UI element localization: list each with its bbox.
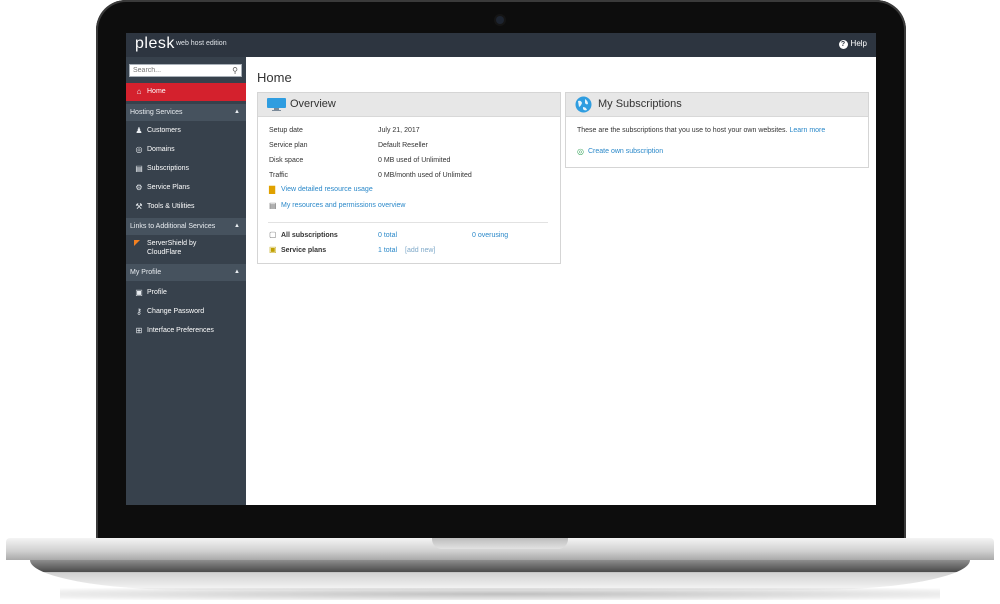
section-additional-services[interactable]: Links to Additional Services ▲ — [126, 218, 246, 235]
section-title: My Profile — [130, 269, 162, 276]
sidebar-item-profile[interactable]: ▣ Profile — [126, 283, 246, 302]
section-hosting-services[interactable]: Hosting Services ▲ — [126, 104, 246, 121]
resource-usage-link[interactable]: View detailed resource usage — [281, 186, 373, 193]
sidebar-item-label: Domains — [147, 146, 175, 153]
overview-title: Overview — [290, 98, 336, 110]
service-plans-total-link[interactable]: 1 total — [378, 247, 397, 254]
sidebar-item-label: Subscriptions — [147, 165, 190, 172]
overview-card-header: Overview — [258, 93, 560, 117]
sidebar-item-subscriptions[interactable]: ▤ Subscriptions — [126, 159, 246, 178]
help-label: Help — [850, 39, 867, 48]
sidebar-item-customers[interactable]: ♟ Customers — [126, 121, 246, 140]
add-new-plan-link[interactable]: [add new] — [405, 247, 435, 254]
cloudflare-icon — [134, 240, 140, 246]
sidebar-item-change-password[interactable]: ⚷ Change Password — [126, 302, 246, 321]
edition-label: web host edition — [176, 40, 227, 47]
help-button[interactable]: ? Help — [838, 39, 867, 49]
sidebar-item-interface-preferences[interactable]: ⊞ Interface Preferences — [126, 321, 246, 340]
my-subscriptions-card: My Subscriptions These are the subscript… — [565, 92, 869, 168]
collapse-caret-icon: ▲ — [234, 223, 240, 229]
sidebar-item-label: Home — [147, 88, 166, 95]
document-icon: ▤ — [269, 201, 277, 210]
collapse-caret-icon: ▲ — [234, 109, 240, 115]
subscriptions-description: These are the subscriptions that you use… — [577, 127, 825, 134]
learn-more-link[interactable]: Learn more — [789, 127, 825, 134]
profile-icon: ▣ — [135, 288, 143, 297]
help-icon: ? — [838, 40, 848, 49]
search-input[interactable] — [133, 65, 225, 76]
home-icon: ⌂ — [136, 87, 142, 96]
sidebar: ⚲ ⌂ Home Hosting Services ▲ ♟ Customers … — [126, 57, 246, 505]
subscriptions-icon: ▤ — [135, 164, 143, 173]
search-icon[interactable]: ⚲ — [232, 66, 238, 75]
laptop-foot — [30, 560, 970, 590]
divider — [268, 222, 548, 223]
screen: plesk web host edition ?Help ⚲ ⌂ Home Ho… — [126, 33, 876, 505]
globe-icon — [575, 96, 592, 113]
subscriptions-overusing-link[interactable]: 0 overusing — [472, 232, 508, 239]
key-icon: ⚷ — [136, 307, 142, 316]
subscriptions-icon: ▢ — [269, 230, 277, 239]
customer-icon: ♟ — [135, 126, 143, 135]
collapse-caret-icon: ▲ — [234, 269, 240, 275]
top-bar: plesk web host edition ? Help — [126, 33, 876, 57]
service-plan-icon: ▣ — [269, 245, 277, 254]
my-subscriptions-header: My Subscriptions — [566, 93, 868, 117]
sidebar-item-servershield[interactable]: ServerShield by CloudFlare — [126, 237, 246, 261]
bar-chart-icon: ▇ — [269, 185, 276, 194]
service-plan-value: Default Reseller — [378, 142, 428, 149]
grid-icon: ⊞ — [135, 326, 143, 335]
section-title: Links to Additional Services — [130, 223, 216, 230]
sidebar-item-service-plans[interactable]: ⚙ Service Plans — [126, 178, 246, 197]
my-subscriptions-title: My Subscriptions — [598, 98, 682, 110]
setup-date-label: Setup date — [269, 127, 303, 134]
description-text: These are the subscriptions that you use… — [577, 127, 788, 134]
laptop-shadow — [60, 588, 940, 600]
sidebar-item-tools-utilities[interactable]: ⚒ Tools & Utilities — [126, 197, 246, 216]
service-plans-label: Service plans — [281, 247, 327, 254]
permissions-link[interactable]: My resources and permissions overview — [281, 202, 406, 209]
traffic-value: 0 MB/month used of Unlimited — [378, 172, 472, 179]
subscriptions-total-link[interactable]: 0 total — [378, 232, 397, 239]
page-title: Home — [257, 70, 292, 85]
search-box[interactable]: ⚲ — [129, 64, 242, 77]
sidebar-item-label: Interface Preferences — [147, 327, 214, 334]
main-content: Home Overview Setup date July 21, 2017 S… — [246, 57, 876, 505]
sidebar-item-label: Change Password — [147, 308, 205, 315]
camera — [496, 16, 504, 24]
traffic-label: Traffic — [269, 172, 289, 179]
setup-date-value: July 21, 2017 — [378, 127, 420, 134]
create-subscription-link[interactable]: Create own subscription — [588, 148, 663, 155]
sidebar-item-label: ServerShield by CloudFlare — [147, 240, 197, 256]
sidebar-item-label: Tools & Utilities — [147, 203, 195, 210]
plesk-logo[interactable]: plesk — [135, 35, 175, 53]
overview-card: Overview Setup date July 21, 2017 Servic… — [257, 92, 561, 264]
disk-space-label: Disk space — [269, 157, 304, 164]
add-globe-icon: ◎ — [577, 147, 584, 156]
monitor-icon — [267, 98, 286, 111]
section-my-profile[interactable]: My Profile ▲ — [126, 264, 246, 281]
all-subscriptions-label: All subscriptions — [281, 232, 338, 239]
section-title: Hosting Services — [130, 109, 183, 116]
disk-space-value: 0 MB used of Unlimited — [378, 157, 451, 164]
sidebar-item-home[interactable]: ⌂ Home — [126, 83, 246, 101]
laptop-notch — [432, 538, 568, 549]
sidebar-item-label: Service Plans — [147, 184, 190, 191]
tools-icon: ⚒ — [135, 202, 143, 211]
gear-icon: ⚙ — [135, 183, 143, 192]
sidebar-item-label: Customers — [147, 127, 181, 134]
globe-icon: ◎ — [135, 145, 143, 154]
service-plan-label: Service plan — [269, 142, 308, 149]
sidebar-item-label: Profile — [147, 289, 167, 296]
sidebar-item-domains[interactable]: ◎ Domains — [126, 140, 246, 159]
